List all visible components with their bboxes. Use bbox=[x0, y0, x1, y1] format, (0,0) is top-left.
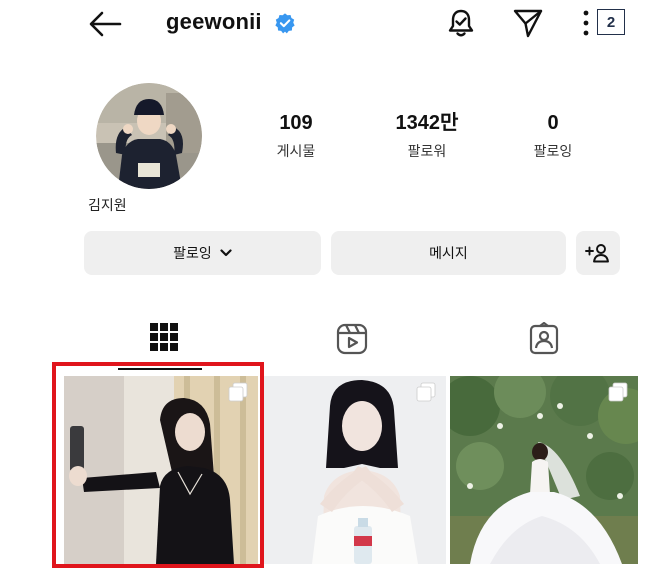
chevron-down-icon bbox=[220, 249, 232, 257]
tagged-icon bbox=[529, 322, 559, 355]
post-photo bbox=[262, 376, 446, 564]
reels-icon bbox=[336, 323, 368, 355]
profile-username: geewonii bbox=[166, 9, 262, 34]
notifications-button[interactable] bbox=[444, 6, 478, 40]
following-count[interactable]: 0 팔로잉 bbox=[525, 112, 581, 161]
post-photo bbox=[450, 376, 638, 564]
following-count-label: 팔로잉 bbox=[533, 143, 573, 159]
posts-count[interactable]: 109 게시물 bbox=[266, 112, 326, 161]
add-user-icon bbox=[585, 244, 609, 263]
multiple-photos-icon bbox=[228, 382, 248, 402]
direct-message-button[interactable] bbox=[511, 6, 545, 40]
post-thumbnail-2[interactable] bbox=[262, 376, 446, 564]
more-options-button[interactable] bbox=[580, 8, 592, 38]
avatar-photo bbox=[96, 83, 202, 189]
active-tab-indicator bbox=[118, 368, 202, 370]
page-number-badge: 2 bbox=[597, 9, 625, 35]
grid-icon bbox=[150, 323, 178, 351]
followers-count-label: 팔로워 bbox=[407, 143, 447, 159]
followers-count-value: 1342만 bbox=[395, 112, 459, 134]
posts-count-value: 109 bbox=[279, 112, 313, 134]
post-thumbnail-3[interactable] bbox=[450, 376, 638, 564]
multiple-photos-icon bbox=[416, 382, 436, 402]
verified-badge-icon bbox=[275, 13, 295, 34]
post-thumbnail-1[interactable] bbox=[64, 376, 258, 564]
profile-tabs bbox=[82, 318, 642, 370]
more-vertical-icon bbox=[583, 10, 589, 36]
following-button[interactable]: 팔로잉 bbox=[84, 231, 321, 275]
message-button[interactable]: 메시지 bbox=[331, 231, 566, 275]
profile-header: geewonii 2 bbox=[0, 0, 660, 48]
post-photo bbox=[64, 376, 258, 564]
profile-avatar[interactable] bbox=[96, 83, 202, 189]
posts-count-label: 게시물 bbox=[276, 143, 316, 159]
arrow-left-icon bbox=[89, 11, 122, 37]
followers-count[interactable]: 1342만 팔로워 bbox=[382, 112, 472, 161]
back-button[interactable] bbox=[86, 8, 124, 40]
message-button-label: 메시지 bbox=[429, 245, 468, 261]
multiple-photos-icon bbox=[608, 382, 628, 402]
tab-reels[interactable] bbox=[260, 318, 444, 370]
profile-display-name: 김지원 bbox=[88, 197, 127, 213]
following-count-value: 0 bbox=[547, 112, 559, 134]
following-button-label: 팔로잉 bbox=[173, 245, 212, 261]
bell-check-icon bbox=[448, 9, 474, 37]
add-user-button[interactable] bbox=[576, 231, 620, 275]
tab-tagged[interactable] bbox=[452, 318, 636, 370]
tab-posts-grid[interactable] bbox=[72, 318, 256, 370]
paper-plane-icon bbox=[513, 9, 543, 38]
